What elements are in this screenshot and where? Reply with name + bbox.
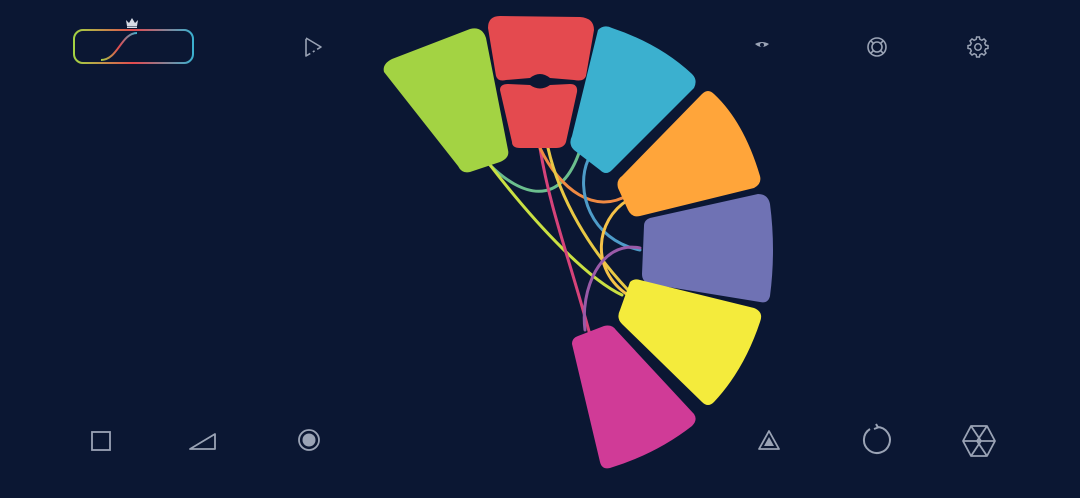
crown-icon[interactable] (125, 13, 139, 28)
connector-line (546, 146, 630, 292)
segment-red-top[interactable] (488, 16, 594, 81)
curve-selector-button[interactable] (73, 29, 194, 64)
game-screen (0, 0, 1080, 498)
gear-icon[interactable] (965, 34, 991, 60)
eye-icon[interactable] (752, 38, 772, 54)
connector-lines (488, 146, 642, 337)
lifebuoy-icon[interactable] (864, 34, 890, 60)
square-icon[interactable] (88, 428, 114, 454)
segment-green[interactable] (383, 28, 509, 173)
color-wheel-puzzle (383, 16, 773, 469)
restart-icon[interactable] (859, 422, 895, 458)
aperture-icon[interactable] (960, 422, 998, 460)
segment-red-bottom[interactable] (500, 84, 578, 148)
circle-icon[interactable] (295, 426, 323, 454)
warning-icon[interactable] (755, 426, 783, 454)
play-icon[interactable] (300, 34, 326, 60)
triangle-icon[interactable] (187, 428, 219, 454)
